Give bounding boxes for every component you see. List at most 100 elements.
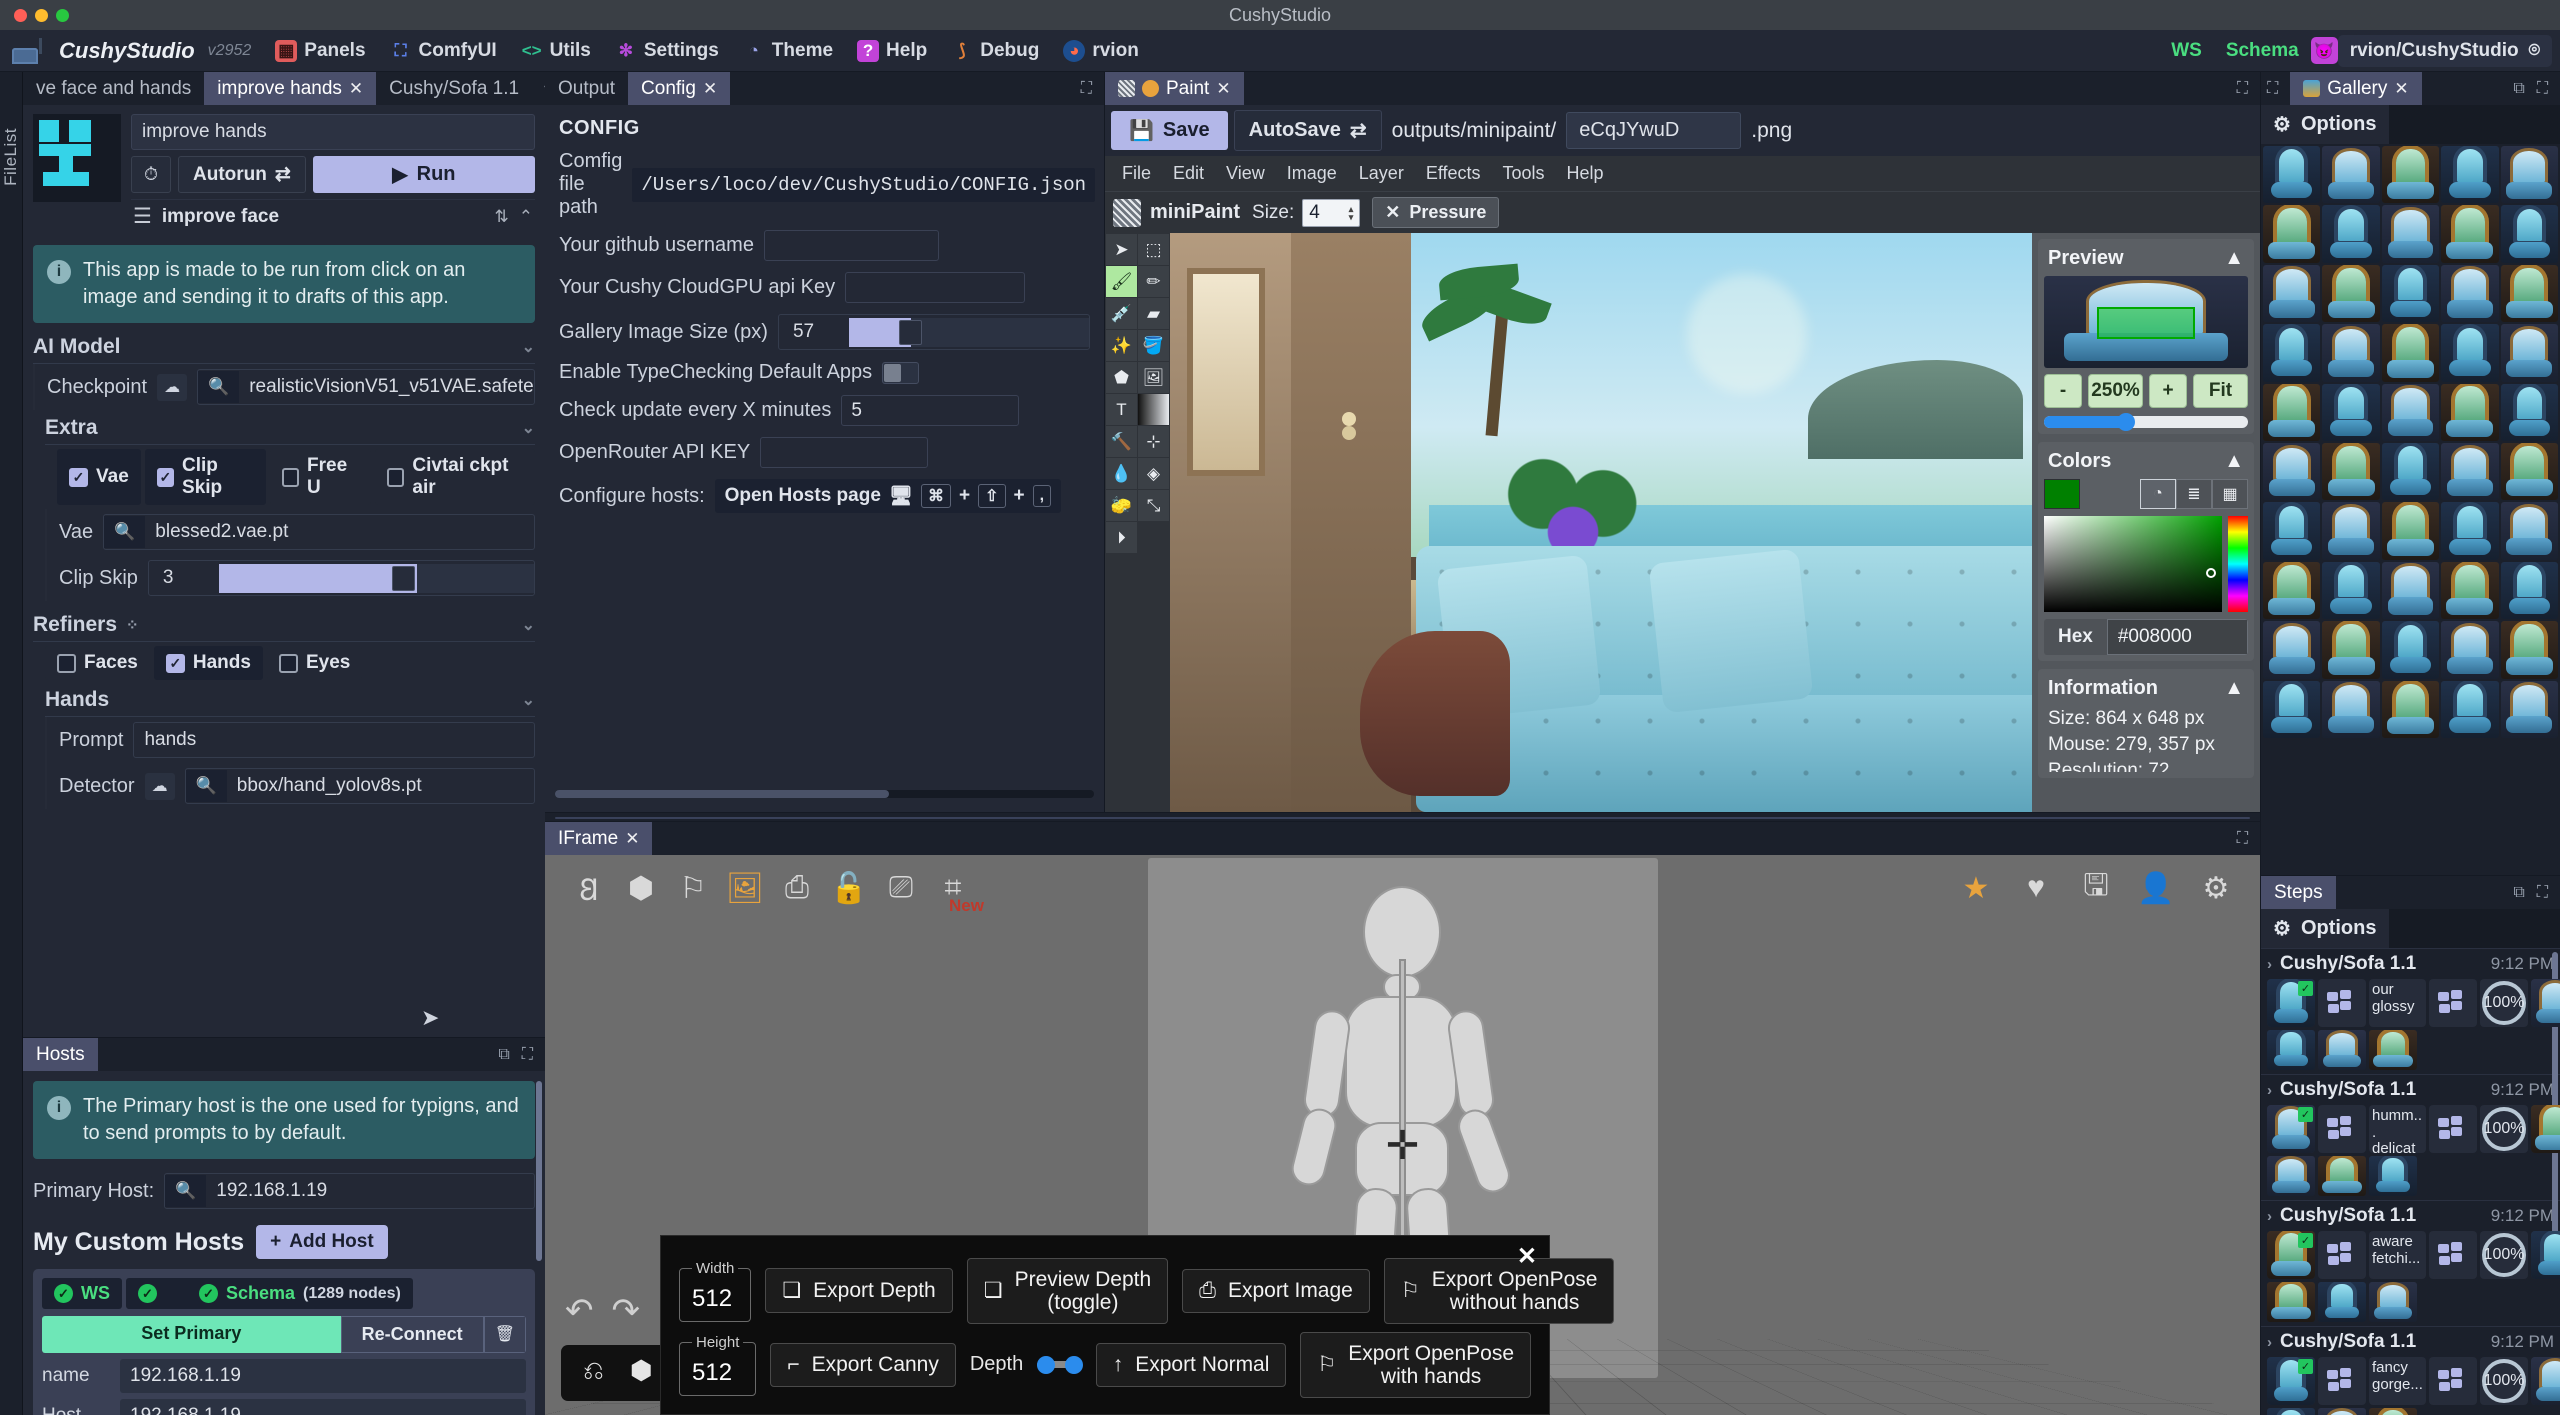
gallery-thumbnail[interactable] xyxy=(2263,265,2320,322)
step-source-thumb[interactable]: ✓ xyxy=(2267,1105,2315,1153)
gallery-thumbnail[interactable] xyxy=(2441,502,2498,559)
chevron-up-icon[interactable]: ▲ xyxy=(2224,247,2244,270)
redo-icon[interactable]: ↷ xyxy=(612,1291,641,1331)
gallery-thumbnail[interactable] xyxy=(2382,621,2439,678)
menu-item-panels[interactable]: ▦ Panels xyxy=(263,36,377,66)
app-logo[interactable]: CushyStudio v2952 xyxy=(0,34,263,68)
vae-select[interactable]: 🔍 blessed2.vae.pt xyxy=(103,514,535,550)
pose-dance-icon[interactable]: ⚐ xyxy=(667,862,719,914)
popout-icon[interactable]: ⧉ xyxy=(498,1046,509,1064)
paint-menu-tools[interactable]: Tools xyxy=(1492,159,1556,188)
minimize-window-button[interactable] xyxy=(35,9,48,22)
run-button[interactable]: ▶ Run xyxy=(313,156,535,193)
paint-menu-effects[interactable]: Effects xyxy=(1415,159,1492,188)
chevron-down-icon[interactable]: ⌄ xyxy=(522,690,535,710)
step-node-graph-2[interactable] xyxy=(2429,979,2477,1027)
gallery-thumbnail[interactable] xyxy=(2322,384,2379,441)
chevron-right-icon[interactable]: › xyxy=(2267,1208,2272,1225)
step-prompt[interactable]: humm... delicate xyxy=(2369,1105,2426,1153)
step-node-graph[interactable] xyxy=(2318,1105,2366,1153)
checkbox-eyes[interactable]: Eyes xyxy=(267,646,362,680)
repo-link[interactable]: rvion/CushyStudio ⌾ xyxy=(2338,35,2552,67)
gallery-thumbnail[interactable] xyxy=(2322,562,2379,619)
step-source-thumb[interactable]: ✓ xyxy=(2267,1357,2315,1405)
section-header-hands[interactable]: Hands ⌄ xyxy=(45,688,535,717)
paint-menu-help[interactable]: Help xyxy=(1556,159,1615,188)
width-value[interactable]: 512 xyxy=(692,1285,738,1313)
fullscreen-icon[interactable]: ⛶ xyxy=(2537,884,2548,902)
export-image-button[interactable]: ⎙Export Image xyxy=(1182,1269,1370,1313)
preview-depth-button[interactable]: ❏ Preview Depth(toggle) xyxy=(967,1258,1168,1324)
gallery-thumbnail[interactable] xyxy=(2441,265,2498,322)
gallery-thumbnail[interactable] xyxy=(2322,502,2379,559)
close-icon[interactable]: ✕ xyxy=(2394,79,2408,99)
step-prompt[interactable]: fancy gorge... xyxy=(2369,1357,2426,1405)
step-node-graph-2[interactable] xyxy=(2429,1231,2477,1279)
popout-icon[interactable]: ⧉ xyxy=(2513,80,2524,98)
checkpoint-select[interactable]: 🔍 realisticVisionV51_v51VAE.safetensors xyxy=(197,369,535,405)
step-output-thumb[interactable] xyxy=(2369,1030,2417,1070)
person-icon[interactable]: 👤 xyxy=(2130,862,2182,914)
zoom-level[interactable]: 250% xyxy=(2088,374,2143,408)
left-rail[interactable]: FileList xyxy=(0,72,23,1415)
step-output-thumb[interactable] xyxy=(2318,1156,2366,1196)
gallery-thumbnail[interactable] xyxy=(2322,146,2379,203)
brush-icon[interactable]: 🖌 xyxy=(1106,266,1137,297)
crop-icon[interactable]: ⌗ New xyxy=(927,862,979,914)
step-source-thumb[interactable]: ✓ xyxy=(2267,979,2315,1027)
gallery-thumbnail[interactable] xyxy=(2263,621,2320,678)
gallery-size-slider[interactable]: 57 xyxy=(778,314,1090,350)
step-result-thumb[interactable] xyxy=(2531,1231,2560,1279)
gallery-thumbnail[interactable] xyxy=(2263,205,2320,262)
step-result-thumb[interactable] xyxy=(2531,1357,2560,1405)
fullscreen-icon[interactable]: ⛶ xyxy=(2237,830,2248,848)
slider-track[interactable] xyxy=(219,564,534,593)
chevron-up-icon[interactable]: ▲ xyxy=(2224,677,2244,700)
gallery-thumbnail[interactable] xyxy=(2263,443,2320,500)
menu-item-theme[interactable]: ◔ Theme xyxy=(731,36,845,66)
depth-slider[interactable] xyxy=(1037,1361,1081,1368)
pencil-icon[interactable]: ✏ xyxy=(1138,266,1169,297)
config-hscrollbar[interactable] xyxy=(555,790,1094,798)
checkbox-free-u[interactable]: Free U xyxy=(270,449,371,505)
tab-output[interactable]: Output xyxy=(545,72,628,105)
section-header-extra[interactable]: Extra ⌄ xyxy=(45,416,535,445)
close-window-button[interactable] xyxy=(14,9,27,22)
set-primary-button[interactable]: Set Primary xyxy=(42,1316,341,1353)
step-prompt[interactable]: our glossy xyxy=(2369,979,2426,1027)
sort-icon[interactable]: ⇅ xyxy=(495,207,509,227)
paint-menu-view[interactable]: View xyxy=(1215,159,1276,188)
draft-row[interactable]: ☰ improve face ⇅ ⌃ xyxy=(131,199,535,233)
step-output-thumb[interactable] xyxy=(2318,1030,2366,1070)
step-output-thumb[interactable] xyxy=(2267,1408,2315,1415)
undo-icon[interactable]: ↶ xyxy=(565,1291,594,1331)
height-field[interactable]: Height 512 xyxy=(679,1334,756,1396)
checkbox-civtai-ckpt-air[interactable]: Civtai ckpt air xyxy=(375,449,535,505)
color-picker[interactable] xyxy=(2044,516,2248,612)
reset-pose-icon[interactable]: ⎌ xyxy=(583,1355,604,1391)
animate-icon[interactable]: ⏵ xyxy=(1106,522,1137,553)
fullscreen-icon[interactable]: ⛶ xyxy=(1081,80,1092,98)
step-output-thumb[interactable] xyxy=(2267,1030,2315,1070)
reconnect-button[interactable]: Re-Connect xyxy=(341,1316,484,1353)
gallery-thumbnail[interactable] xyxy=(2263,681,2320,738)
tab-hosts[interactable]: Hosts xyxy=(23,1038,98,1071)
gallery-thumbnail[interactable] xyxy=(2322,205,2379,262)
gallery-thumbnail[interactable] xyxy=(2501,443,2558,500)
step-group-header[interactable]: ›Cushy/Sofa 1.19:12 PM xyxy=(2267,1079,2554,1101)
tab-gallery[interactable]: Gallery✕ xyxy=(2290,72,2421,105)
fullscreen-icon[interactable]: ⛶ xyxy=(2267,80,2278,98)
gallery-thumbnail[interactable] xyxy=(2322,324,2379,381)
gallery-thumbnail[interactable] xyxy=(2382,681,2439,738)
openrouter-input[interactable] xyxy=(760,437,928,468)
step-node-graph[interactable] xyxy=(2318,1231,2366,1279)
gallery-thumbnail[interactable] xyxy=(2382,205,2439,262)
gallery-thumbnail[interactable] xyxy=(2501,502,2558,559)
list-icon[interactable]: ≣ xyxy=(2176,479,2212,509)
host-name-input[interactable]: 192.168.1.19 xyxy=(120,1359,526,1393)
rail-tab-filelist[interactable]: FileList xyxy=(1,128,21,186)
colors-header[interactable]: Colors ▲ xyxy=(2044,448,2248,479)
gear-icon[interactable]: ⚙ xyxy=(2190,862,2242,914)
menu-item-debug[interactable]: ⟆ Debug xyxy=(939,36,1051,66)
fullscreen-icon[interactable]: ⛶ xyxy=(2537,80,2548,98)
